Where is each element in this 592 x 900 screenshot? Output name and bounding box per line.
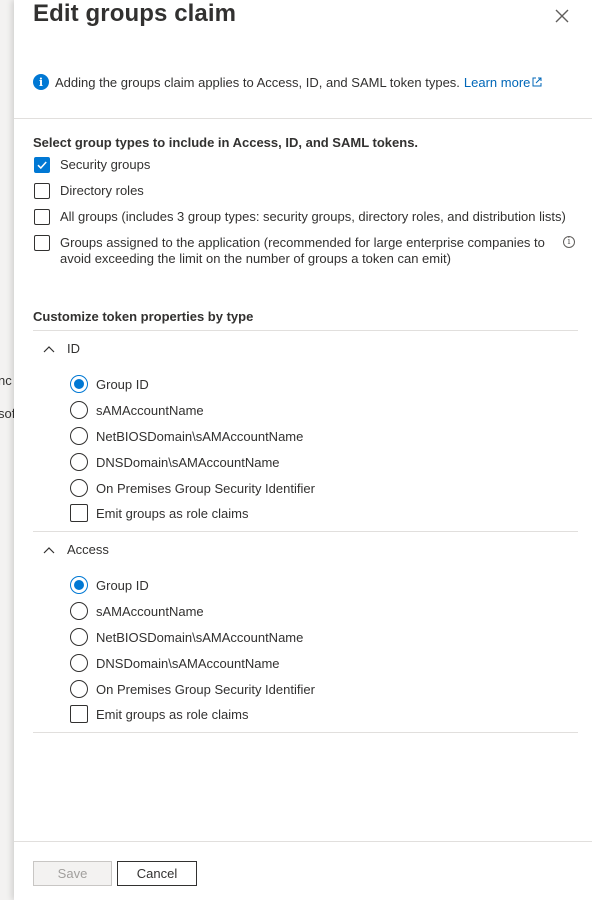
radio-label: Group ID (96, 577, 149, 593)
cancel-button[interactable]: Cancel (117, 861, 197, 886)
customize-label: Customize token properties by type (33, 309, 254, 324)
radio-id-group-id[interactable]: Group ID (70, 375, 149, 393)
info-text: Adding the groups claim applies to Acces… (55, 74, 460, 90)
radio-label: On Premises Group Security Identifier (96, 681, 315, 697)
radio-access-samaccountname[interactable]: sAMAccountName (70, 602, 204, 620)
info-message: i Adding the groups claim applies to Acc… (33, 74, 543, 90)
radio-id-dnsdomain[interactable]: DNSDomain\sAMAccountName (70, 453, 280, 471)
radio-button[interactable] (70, 427, 88, 445)
checkbox-box[interactable] (34, 157, 50, 173)
external-link-icon (532, 77, 542, 86)
radio-label: On Premises Group Security Identifier (96, 480, 315, 496)
chevron-up-icon (43, 345, 55, 352)
learn-more-label: Learn more (463, 74, 531, 90)
background-fragment: nc (0, 373, 12, 388)
panel-title: Edit groups claim (33, 0, 237, 27)
checkbox-label: Directory roles (60, 183, 144, 198)
radio-button[interactable] (70, 453, 88, 471)
checkbox-label: Emit groups as role claims (96, 505, 249, 521)
close-button[interactable] (550, 4, 574, 28)
section-divider (33, 330, 578, 331)
checkbox-id-role-claims[interactable]: Emit groups as role claims (70, 504, 248, 522)
checkbox-groups-assigned[interactable]: Groups assigned to the application (reco… (34, 235, 548, 267)
radio-label: DNSDomain\sAMAccountName (96, 655, 280, 671)
chevron-up-icon (43, 546, 55, 553)
radio-id-samaccountname[interactable]: sAMAccountName (70, 401, 204, 419)
radio-label: sAMAccountName (96, 603, 204, 619)
radio-button[interactable] (70, 401, 88, 419)
background-page: nc sof (0, 0, 14, 900)
checkbox-box[interactable] (70, 705, 88, 723)
checkbox-access-role-claims[interactable]: Emit groups as role claims (70, 705, 248, 723)
radio-button[interactable] (70, 602, 88, 620)
radio-id-netbios[interactable]: NetBIOSDomain\sAMAccountName (70, 427, 303, 445)
radio-label: DNSDomain\sAMAccountName (96, 454, 280, 470)
group-types-label: Select group types to include in Access,… (33, 135, 419, 150)
radio-label: NetBIOSDomain\sAMAccountName (96, 629, 304, 645)
checkbox-label: Security groups (60, 157, 151, 172)
accordion-header-id[interactable]: ID (43, 341, 80, 356)
radio-id-onprem-sid[interactable]: On Premises Group Security Identifier (70, 479, 315, 497)
checkmark-icon (37, 161, 47, 170)
radio-button[interactable] (70, 479, 88, 497)
radio-button[interactable] (70, 680, 88, 698)
checkbox-directory-roles[interactable]: Directory roles (34, 183, 144, 199)
section-divider (33, 732, 578, 733)
accordion-header-access[interactable]: Access (43, 542, 109, 557)
save-button[interactable]: Save (33, 861, 112, 886)
info-icon: i (33, 74, 49, 90)
radio-label: sAMAccountName (96, 402, 204, 418)
checkbox-label: Groups assigned to the application (reco… (60, 235, 545, 266)
accordion-title: ID (67, 341, 80, 356)
checkbox-all-groups[interactable]: All groups (includes 3 group types: secu… (34, 209, 566, 225)
checkbox-box[interactable] (34, 183, 50, 199)
close-icon (555, 9, 569, 23)
checkbox-box[interactable] (34, 209, 50, 225)
radio-button[interactable] (70, 654, 88, 672)
section-divider (14, 118, 592, 119)
radio-button[interactable] (70, 375, 88, 393)
checkbox-label: Emit groups as role claims (96, 706, 249, 722)
radio-button[interactable] (70, 628, 88, 646)
radio-access-group-id[interactable]: Group ID (70, 576, 149, 594)
accordion-title: Access (67, 542, 109, 557)
checkbox-box[interactable] (34, 235, 50, 251)
checkbox-security-groups[interactable]: Security groups (34, 157, 150, 173)
edit-groups-claim-panel: Edit groups claim i Adding the groups cl… (14, 0, 592, 900)
checkbox-box[interactable] (70, 504, 88, 522)
radio-access-netbios[interactable]: NetBIOSDomain\sAMAccountName (70, 628, 303, 646)
section-divider (33, 531, 578, 532)
checkbox-label: All groups (includes 3 group types: secu… (60, 209, 566, 224)
radio-access-onprem-sid[interactable]: On Premises Group Security Identifier (70, 680, 315, 698)
background-fragment: sof (0, 406, 14, 421)
info-tooltip-icon[interactable]: i (563, 236, 575, 248)
radio-button[interactable] (70, 576, 88, 594)
footer-divider (14, 841, 592, 842)
learn-more-link[interactable]: Learn more (464, 75, 543, 90)
radio-label: Group ID (96, 376, 149, 392)
radio-access-dnsdomain[interactable]: DNSDomain\sAMAccountName (70, 654, 280, 672)
radio-label: NetBIOSDomain\sAMAccountName (96, 428, 304, 444)
